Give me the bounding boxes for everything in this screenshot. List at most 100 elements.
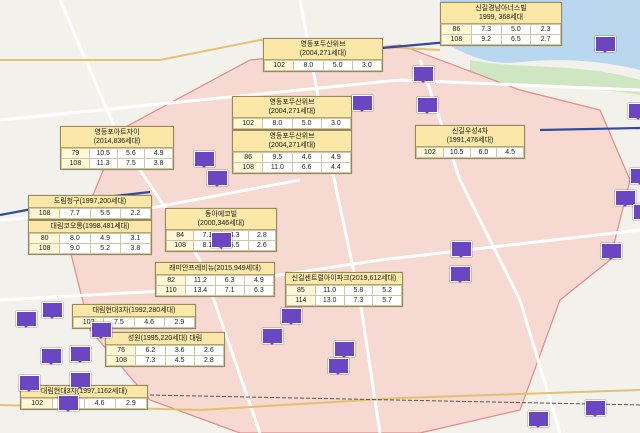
purple-price-pin-icon[interactable] xyxy=(16,311,37,328)
price-row: 76 6.2 3.6 2.6 xyxy=(105,345,225,356)
complex-card[interactable]: 래미안프레비뉴(2015,949세대) 82 11.2 6.3 4.9 110 13.4 7.… xyxy=(155,262,275,297)
price-cell: 6.0 xyxy=(469,147,498,158)
price-row: 82 11.2 6.3 4.9 xyxy=(155,275,275,286)
price-cell: 9.0 xyxy=(59,243,91,254)
price-cell: 4.9 xyxy=(320,152,352,163)
complex-card-header: 래미안프레비뉴(2015,949세대) xyxy=(156,263,274,275)
complex-card[interactable]: 신길경남아너스빌 1999, 368세대 86 7.3 5.0 2.3 108 9.2 6.5 2… xyxy=(440,2,562,46)
price-cell: 4.4 xyxy=(320,162,352,173)
price-cell: 8.0 xyxy=(293,60,324,71)
complex-card-header: 영등포두산위브 (2004,271세대) xyxy=(233,131,351,152)
price-cell: 5.5 xyxy=(89,208,121,219)
complex-card[interactable]: 영등포아트자이 (2014,836세대) 79 10.5 5.6 4.9 108 11.3 7.… xyxy=(60,126,174,170)
purple-price-pin-icon[interactable] xyxy=(413,66,434,83)
price-table: 76 6.2 3.6 2.6 108 7.3 4.5 2.8 xyxy=(105,345,225,366)
purple-price-pin-icon[interactable] xyxy=(262,328,283,345)
purple-price-pin-icon[interactable] xyxy=(528,411,549,428)
complex-year-units: 1999, 368세대 xyxy=(478,14,524,21)
purple-price-pin-icon[interactable] xyxy=(633,204,640,220)
price-cell: 6.3 xyxy=(243,285,275,296)
complex-card[interactable]: 영등포두산위브 (2004,271세대) 86 9.5 4.6 4.9 108 11.0 6.6… xyxy=(232,130,352,174)
price-cell: 10.5 xyxy=(442,147,471,158)
purple-price-pin-icon[interactable] xyxy=(207,170,228,187)
price-cell: 2.9 xyxy=(114,398,148,409)
complex-card[interactable]: 신길센트럴아이파크(2019,612세대) 85 11.0 5.8 5.2 114 13.0… xyxy=(285,272,403,307)
purple-price-pin-icon[interactable] xyxy=(328,358,349,375)
purple-price-pin-icon[interactable] xyxy=(630,168,640,185)
purple-price-pin-icon[interactable] xyxy=(601,243,622,260)
price-row: 108 7.3 4.5 2.8 xyxy=(105,355,225,366)
purple-price-pin-icon[interactable] xyxy=(41,348,62,365)
area-cell: 76 xyxy=(105,345,137,356)
price-cell: 5.0 xyxy=(291,118,322,129)
area-cell: 108 xyxy=(232,162,264,173)
area-cell: 108 xyxy=(441,34,472,45)
complex-card-header: 영등포두산위브 (2004,271세대) xyxy=(264,39,382,60)
price-row: 80 8.0 4.9 3.1 xyxy=(28,233,152,244)
purple-price-pin-icon[interactable] xyxy=(334,341,355,358)
price-cell: 3.6 xyxy=(164,345,195,356)
area-cell: 102 xyxy=(232,118,264,129)
complex-card[interactable]: 신길우성4차 (1991,476세대) 102 10.5 6.0 4.5 xyxy=(415,125,525,159)
price-row: 108 11.3 7.5 3.8 xyxy=(61,158,173,169)
purple-price-pin-icon[interactable] xyxy=(58,395,79,412)
area-cell: 108 xyxy=(105,355,137,366)
area-cell: 108 xyxy=(61,158,90,169)
complex-card[interactable]: 도림청구(1997,200세대) 108 7.7 5.5 2.2 xyxy=(28,195,152,220)
price-cell: 2.8 xyxy=(193,355,225,366)
complex-name: 대림코오롱(1998,481세대) xyxy=(50,223,130,230)
complex-year-units: (2004,271세대) xyxy=(268,142,316,149)
complex-card-header: 신길우성4차 (1991,476세대) xyxy=(416,126,524,147)
complex-name: 대림현대3차(1997,1162세대) xyxy=(40,388,128,395)
price-cell: 4.5 xyxy=(496,147,524,158)
price-cell: 5.2 xyxy=(89,243,121,254)
purple-price-pin-icon[interactable] xyxy=(595,36,616,53)
complex-card-header: 영등포아트자이 (2014,836세대) xyxy=(61,127,173,148)
purple-price-pin-icon[interactable] xyxy=(450,266,471,283)
complex-card[interactable]: 영등포두산위브 (2004,271세대) 102 8.0 5.0 3.0 xyxy=(232,96,352,130)
price-cell: 4.9 xyxy=(144,148,173,159)
price-cell: 5.0 xyxy=(500,24,532,35)
complex-card[interactable]: 성원(1995,220세대) 대림 76 6.2 3.6 2.6 108 7.3 4.5 2.8 xyxy=(105,332,225,367)
price-cell: 2.9 xyxy=(163,317,196,328)
price-cell: 3.0 xyxy=(320,118,352,129)
purple-price-pin-icon[interactable] xyxy=(194,151,215,168)
purple-price-pin-icon[interactable] xyxy=(70,346,91,363)
price-cell: 2.2 xyxy=(119,208,152,219)
area-cell: 108 xyxy=(165,240,195,251)
complex-name: 신길경남아너스빌 xyxy=(475,5,527,12)
purple-price-pin-icon[interactable] xyxy=(585,400,606,417)
price-cell: 6.6 xyxy=(291,162,322,173)
complex-name: 래미안프레비뉴(2015,949세대) xyxy=(169,265,261,272)
purple-price-pin-icon[interactable] xyxy=(42,302,63,319)
purple-price-pin-icon[interactable] xyxy=(211,232,232,249)
purple-price-pin-icon[interactable] xyxy=(417,97,438,114)
price-table: 86 9.5 4.6 4.9 108 11.0 6.6 4.4 xyxy=(232,152,352,173)
price-cell: 3.1 xyxy=(119,233,152,244)
price-cell: 3.8 xyxy=(119,243,152,254)
price-row: 108 11.0 6.6 4.4 xyxy=(232,162,352,173)
price-cell: 7.7 xyxy=(59,208,91,219)
price-cell: 4.9 xyxy=(89,233,121,244)
price-cell: 4.6 xyxy=(133,317,165,328)
purple-price-pin-icon[interactable] xyxy=(281,308,302,325)
complex-year-units: (2014,836세대) xyxy=(93,138,141,145)
purple-price-pin-icon[interactable] xyxy=(451,241,472,258)
area-cell: 80 xyxy=(28,233,61,244)
area-cell: 102 xyxy=(416,147,444,158)
purple-price-pin-icon[interactable] xyxy=(352,95,373,112)
purple-price-pin-icon[interactable] xyxy=(628,103,640,120)
area-cell: 85 xyxy=(286,285,316,296)
purple-price-pin-icon[interactable] xyxy=(19,375,40,392)
price-cell: 2.6 xyxy=(193,345,225,356)
complex-card-header: 대림현대3차(1992,280세대) xyxy=(73,305,195,317)
complex-card[interactable]: 영등포두산위브 (2004,271세대) 102 8.0 5.0 3.0 xyxy=(263,38,383,72)
complex-card[interactable]: 대림코오롱(1998,481세대) 80 8.0 4.9 3.1 108 9.0 5.2 3.8 xyxy=(28,220,152,255)
purple-price-pin-icon[interactable] xyxy=(70,372,91,389)
complex-name: 영등포두산위브 xyxy=(269,133,315,140)
complex-name: 영등포두산위브 xyxy=(300,41,346,48)
purple-price-pin-icon[interactable] xyxy=(91,322,112,339)
price-table: 102 8.0 5.0 3.0 xyxy=(232,118,352,129)
price-table: 102 10.5 6.0 4.5 xyxy=(416,147,524,158)
price-table: 79 10.5 5.6 4.9 108 11.3 7.5 3.8 xyxy=(61,148,173,169)
